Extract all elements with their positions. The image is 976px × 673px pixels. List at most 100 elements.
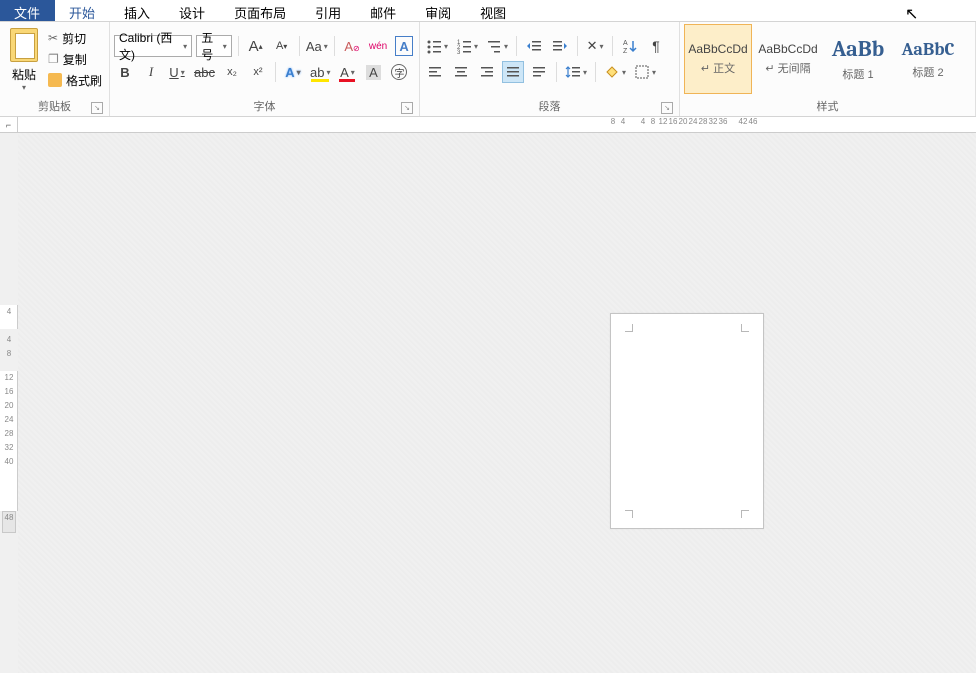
increase-indent-button[interactable]	[549, 35, 571, 57]
style-no-spacing[interactable]: AaBbCcDd ↵ 无间隔	[754, 24, 822, 94]
tab-insert[interactable]: 插入	[110, 0, 165, 21]
crop-mark	[741, 324, 749, 332]
font-launcher[interactable]: ↘	[401, 102, 413, 114]
font-name-combo[interactable]: Calibri (西文) ▾	[114, 35, 192, 57]
font-size-value: 五号	[201, 29, 223, 63]
multilevel-icon	[486, 38, 502, 54]
align-left-icon	[427, 64, 443, 80]
sort-button[interactable]: AZ	[619, 35, 641, 57]
font-color-button[interactable]: A▾	[336, 61, 358, 83]
tab-design[interactable]: 设计	[165, 0, 220, 21]
asian-layout-button[interactable]: ✕▾	[584, 35, 606, 57]
chevron-down-icon: ▾	[183, 42, 187, 51]
crop-mark	[625, 324, 633, 332]
decrease-indent-button[interactable]	[523, 35, 545, 57]
sort-icon: AZ	[622, 38, 638, 54]
font-size-combo[interactable]: 五号 ▾	[196, 35, 232, 57]
clipboard-launcher[interactable]: ↘	[91, 102, 103, 114]
style-heading-2[interactable]: AaBbC 标题 2	[894, 24, 962, 94]
tab-page-layout[interactable]: 页面布局	[220, 0, 301, 21]
ruler-h-ticks: 84 4812162024283236 4246	[608, 117, 758, 126]
superscript-button[interactable]: x²	[247, 61, 269, 83]
borders-icon	[634, 64, 650, 80]
align-distribute-button[interactable]	[528, 61, 550, 83]
phonetic-guide-button[interactable]: wén	[367, 35, 389, 57]
bullets-icon	[426, 38, 442, 54]
show-hide-button[interactable]: ¶	[645, 35, 667, 57]
format-painter-button[interactable]: 格式刷	[46, 71, 104, 90]
change-case-button[interactable]: Aa▾	[305, 35, 328, 57]
align-distribute-icon	[531, 64, 547, 80]
styles-gallery[interactable]: AaBbCcDd ↵ 正文 AaBbCcDd ↵ 无间隔 AaBb 标题 1 A…	[684, 24, 971, 94]
align-right-icon	[479, 64, 495, 80]
ruler-vertical[interactable]: 4 48 12162024283240 48	[0, 133, 18, 673]
copy-label: 复制	[63, 51, 87, 68]
copy-icon: ❐	[48, 52, 59, 66]
tab-references[interactable]: 引用	[301, 0, 356, 21]
copy-button[interactable]: ❐ 复制	[46, 50, 104, 69]
multilevel-list-button[interactable]: ▾	[484, 35, 510, 57]
italic-button[interactable]: I	[140, 61, 162, 83]
line-spacing-icon	[565, 64, 581, 80]
cut-button[interactable]: ✂ 剪切	[46, 29, 104, 48]
bold-button[interactable]: B	[114, 61, 136, 83]
underline-button[interactable]: U▾	[166, 61, 188, 83]
svg-text:3: 3	[457, 50, 461, 54]
align-left-button[interactable]	[424, 61, 446, 83]
style-normal[interactable]: AaBbCcDd ↵ 正文	[684, 24, 752, 94]
ribbon: 粘贴 ▾ ✂ 剪切 ❐ 复制 格式刷 剪贴板 ↘	[0, 22, 976, 117]
text-effects-button[interactable]: A▾	[282, 61, 304, 83]
pilcrow-icon: ¶	[652, 38, 660, 54]
chevron-down-icon: ▾	[223, 42, 227, 51]
char-shading-button[interactable]: A	[362, 61, 384, 83]
format-painter-icon	[48, 73, 62, 87]
document-area[interactable]: ⌐ 84 4812162024283236 4246 4 48 12162024…	[0, 117, 976, 673]
style-heading-1[interactable]: AaBb 标题 1	[824, 24, 892, 94]
line-spacing-button[interactable]: ▾	[563, 61, 589, 83]
align-justify-icon	[505, 64, 521, 80]
paragraph-launcher[interactable]: ↘	[661, 102, 673, 114]
subscript-button[interactable]: x₂	[221, 61, 243, 83]
group-styles: AaBbCcDd ↵ 正文 AaBbCcDd ↵ 无间隔 AaBb 标题 1 A…	[680, 22, 976, 116]
tab-file[interactable]: 文件	[0, 0, 55, 21]
tab-home[interactable]: 开始	[55, 0, 110, 21]
clear-format-button[interactable]: A⊘	[341, 35, 363, 57]
group-paragraph-label: 段落 ↘	[424, 96, 675, 116]
numbering-button[interactable]: 123▾	[454, 35, 480, 57]
borders-button[interactable]: ▾	[632, 61, 658, 83]
format-painter-label: 格式刷	[66, 72, 102, 89]
paste-icon	[10, 28, 38, 62]
paste-dropdown-icon: ▾	[22, 83, 26, 92]
document-page[interactable]	[610, 313, 764, 529]
numbering-icon: 123	[456, 38, 472, 54]
shading-button[interactable]: ▾	[602, 61, 628, 83]
group-styles-label: 样式	[684, 96, 971, 116]
align-center-button[interactable]	[450, 61, 472, 83]
indent-icon	[552, 38, 568, 54]
group-clipboard-label: 剪贴板 ↘	[4, 96, 105, 116]
align-justify-button[interactable]	[502, 61, 524, 83]
tab-selector[interactable]: ⌐	[0, 117, 18, 133]
bullets-button[interactable]: ▾	[424, 35, 450, 57]
group-paragraph: ▾ 123▾ ▾ ✕▾	[420, 22, 680, 116]
paste-button[interactable]: 粘贴 ▾	[4, 24, 44, 94]
ruler-horizontal[interactable]: 84 4812162024283236 4246	[18, 117, 976, 133]
crop-mark	[741, 510, 749, 518]
align-right-button[interactable]	[476, 61, 498, 83]
strikethrough-button[interactable]: abc	[192, 61, 217, 83]
grow-font-button[interactable]: A▴	[245, 35, 267, 57]
tab-review[interactable]: 审阅	[411, 0, 466, 21]
outdent-icon	[526, 38, 542, 54]
font-name-value: Calibri (西文)	[119, 29, 183, 63]
group-clipboard: 粘贴 ▾ ✂ 剪切 ❐ 复制 格式刷 剪贴板 ↘	[0, 22, 110, 116]
asian-icon: ✕	[587, 38, 598, 54]
char-border-button[interactable]: A	[393, 35, 415, 57]
svg-text:A: A	[623, 40, 628, 47]
tab-view[interactable]: 视图	[466, 0, 521, 21]
highlight-button[interactable]: ab▾	[308, 61, 332, 83]
cut-label: 剪切	[62, 30, 86, 47]
tab-mailings[interactable]: 邮件	[356, 0, 411, 21]
shrink-font-button[interactable]: A▾	[271, 35, 293, 57]
clear-format-icon: A⊘	[344, 39, 359, 54]
enclose-char-button[interactable]: 字	[388, 61, 410, 83]
